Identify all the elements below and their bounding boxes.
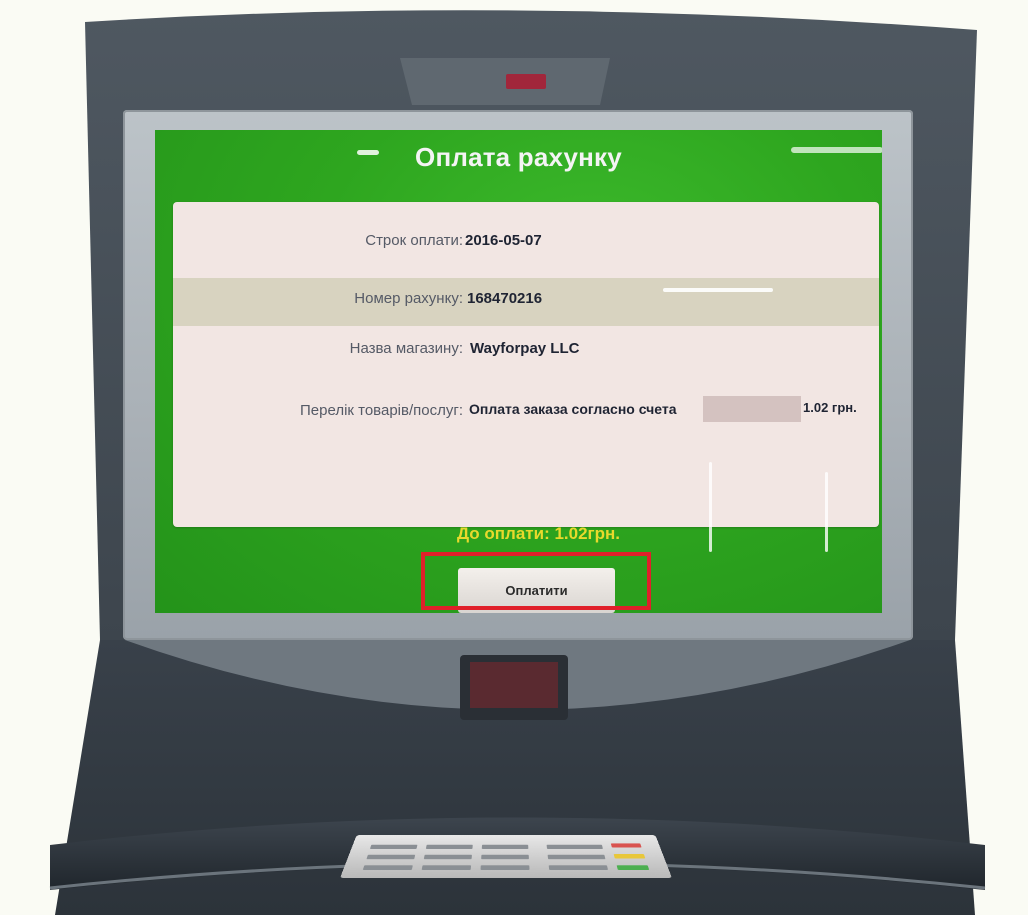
keypad-key[interactable] <box>421 865 472 870</box>
clear-key[interactable] <box>613 854 646 859</box>
cancel-key[interactable] <box>610 843 642 848</box>
keypad-key[interactable] <box>546 844 603 849</box>
amount-due: До оплати: 1.02грн. <box>456 524 621 543</box>
invoice-details-panel: Строк оплати: 2016-05-07 Номер рахунку: … <box>173 202 879 552</box>
screen-title: Оплата рахунку <box>415 142 622 172</box>
pay-button-highlight <box>421 552 651 610</box>
keypad <box>340 835 672 878</box>
keypad-key[interactable] <box>366 854 416 860</box>
invoice-number-label: Номер рахунку: <box>354 290 463 307</box>
due-date-label: Строк оплати: <box>365 232 463 249</box>
store-name-label: Назва магазину: <box>349 340 463 357</box>
keypad-key[interactable] <box>547 854 606 860</box>
store-name-value: Wayforpay LLC <box>470 340 580 357</box>
keypad-key[interactable] <box>480 865 530 870</box>
card-reader-slot <box>460 655 568 720</box>
due-date-value: 2016-05-07 <box>465 232 542 249</box>
invoice-number-value: 168470216 <box>467 290 543 307</box>
atm-screen: Оплата рахунку Строк оплати: 2016-05-07 … <box>155 130 882 613</box>
keypad-key[interactable] <box>423 854 472 860</box>
card-reader-slot-inner <box>470 662 558 708</box>
goods-services-amount: 1.02 грн. <box>803 400 857 415</box>
keypad-key[interactable] <box>425 844 473 849</box>
screen-glare <box>663 288 773 292</box>
goods-services-value: Оплата заказа согласно счета <box>469 401 677 417</box>
keypad-key[interactable] <box>362 865 413 870</box>
goods-services-label: Перелік товарів/послуг: <box>300 402 463 419</box>
enter-key[interactable] <box>616 865 650 870</box>
keypad-key[interactable] <box>548 865 609 870</box>
keypad-key[interactable] <box>481 844 529 849</box>
redacted-area <box>703 396 801 422</box>
keypad-key[interactable] <box>481 854 529 860</box>
keypad-key[interactable] <box>369 844 418 849</box>
camera-lens <box>506 74 546 89</box>
